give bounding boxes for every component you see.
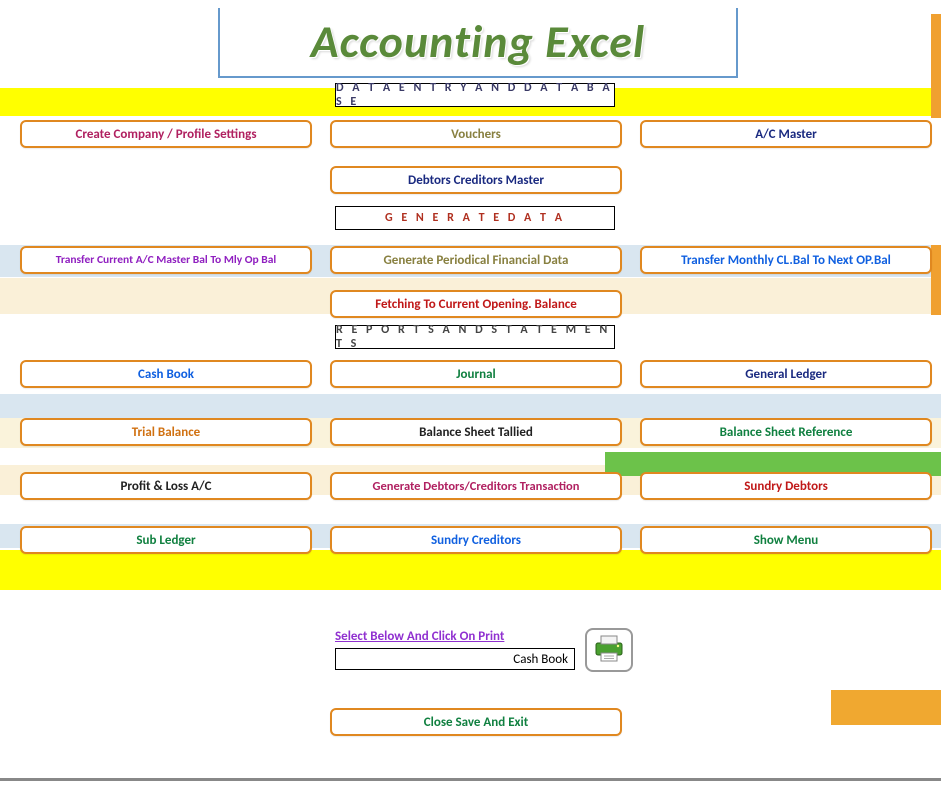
bg-stripe-yellow-2	[0, 550, 941, 590]
section-generate: G E N E R A T E D A T A	[335, 206, 615, 230]
title-box: Accounting Excel	[218, 8, 738, 78]
ac-master-button[interactable]: A/C Master	[640, 120, 932, 148]
debtors-creditors-master-button[interactable]: Debtors Creditors Master	[330, 166, 622, 194]
sundry-debtors-button[interactable]: Sundry Debtors	[640, 472, 932, 500]
app-title: Accounting Excel	[311, 14, 645, 70]
show-menu-button[interactable]: Show Menu	[640, 526, 932, 554]
print-select[interactable]: Cash Book	[335, 648, 575, 670]
general-ledger-button[interactable]: General Ledger	[640, 360, 932, 388]
bg-orange-3	[831, 690, 941, 725]
fetching-button[interactable]: Fetching To Current Opening. Balance	[330, 290, 622, 318]
print-button[interactable]	[585, 628, 633, 672]
balance-sheet-reference-button[interactable]: Balance Sheet Reference	[640, 418, 932, 446]
profit-loss-button[interactable]: Profit & Loss A/C	[20, 472, 312, 500]
cash-book-button[interactable]: Cash Book	[20, 360, 312, 388]
print-label: Select Below And Click On Print	[335, 629, 504, 644]
close-save-exit-button[interactable]: Close Save And Exit	[330, 708, 622, 736]
bg-stripe-blue-2	[0, 394, 941, 418]
create-company-button[interactable]: Create Company / Profile Settings	[20, 120, 312, 148]
sub-ledger-button[interactable]: Sub Ledger	[20, 526, 312, 554]
transfer-current-button[interactable]: Transfer Current A/C Master Bal To Mly O…	[20, 246, 312, 274]
journal-button[interactable]: Journal	[330, 360, 622, 388]
gen-debtors-creditors-button[interactable]: Generate Debtors/Creditors Transaction	[330, 472, 622, 500]
bg-orange-1	[931, 14, 941, 118]
section-data-entry: D A T A E N T R Y A N D D A T A B A S E	[335, 83, 615, 107]
bg-orange-2	[931, 245, 941, 315]
vouchers-button[interactable]: Vouchers	[330, 120, 622, 148]
generate-periodical-button[interactable]: Generate Periodical Financial Data	[330, 246, 622, 274]
trial-balance-button[interactable]: Trial Balance	[20, 418, 312, 446]
printer-icon	[592, 633, 626, 668]
print-select-value: Cash Book	[513, 652, 568, 667]
sundry-creditors-button[interactable]: Sundry Creditors	[330, 526, 622, 554]
bottom-border	[0, 778, 941, 781]
section-reports: R E P O R T S A N D S T A T E M E N T S	[335, 325, 615, 349]
balance-sheet-tallied-button[interactable]: Balance Sheet Tallied	[330, 418, 622, 446]
transfer-monthly-button[interactable]: Transfer Monthly CL.Bal To Next OP.Bal	[640, 246, 932, 274]
